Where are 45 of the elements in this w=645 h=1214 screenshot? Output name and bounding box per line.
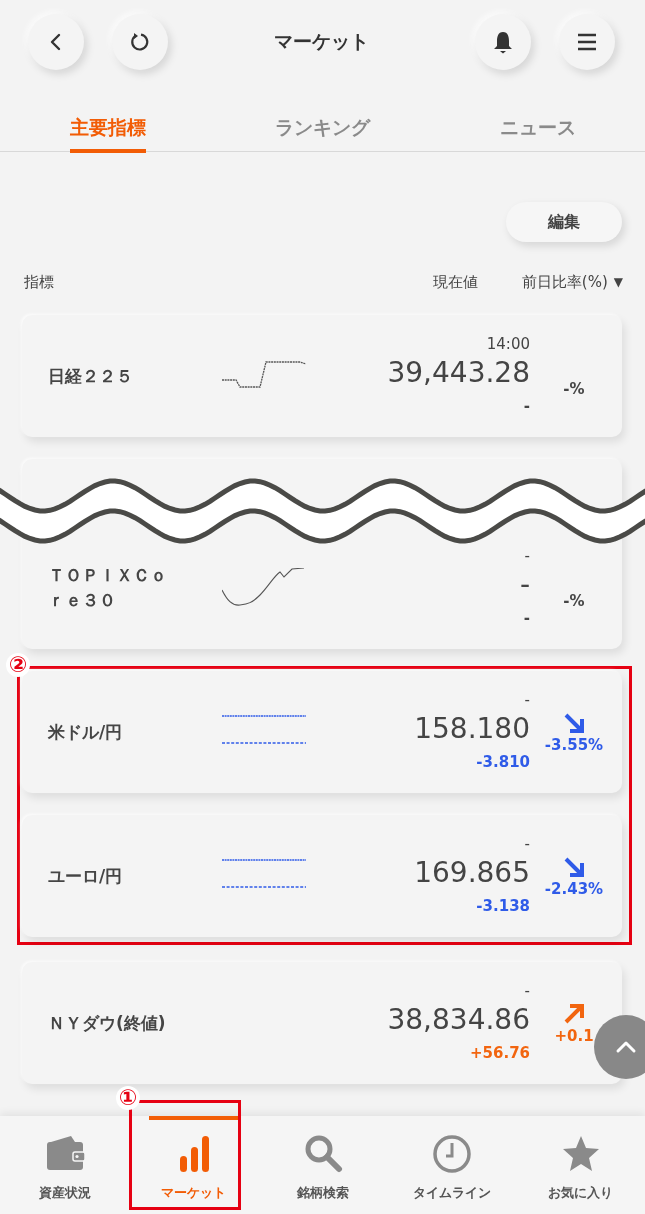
change-value: -3.138 <box>476 896 530 917</box>
current-value: 169.865 <box>414 855 530 891</box>
sort-dropdown[interactable]: 前日比率(%) ▼ <box>521 272 623 292</box>
refresh-icon <box>129 31 151 53</box>
change-percent: +0.1 <box>554 1027 594 1045</box>
index-name: 米ドル/円 <box>48 720 124 744</box>
index-name: ＴＯＰＩＸＣｏｒｅ３０ <box>48 564 168 612</box>
change-percent: -% <box>563 380 585 398</box>
page-title: マーケット <box>273 29 370 54</box>
update-time: - <box>524 835 530 855</box>
index-name: 日経２２５ <box>48 364 134 388</box>
current-value: - <box>519 567 530 603</box>
nav-tab[interactable]: 銘柄検索 <box>258 1116 387 1214</box>
index-name: ユーロ/円 <box>48 864 124 888</box>
index-card[interactable]: ユーロ/円 - 169.865 -3.138 -2.43% <box>22 815 622 937</box>
nav-tab[interactable]: 資産状況 <box>0 1116 129 1214</box>
index-card[interactable]: 日経２２５ 14:00 39,443.28 - -% <box>22 315 622 437</box>
change-percent: -2.43% <box>544 880 604 898</box>
callout-number: ① <box>116 1086 140 1110</box>
column-header: 指標 <box>24 272 55 292</box>
current-value: 39,443.28 <box>387 355 530 391</box>
update-time: - <box>524 547 530 567</box>
change-value: +56.76 <box>470 1043 530 1064</box>
index-card[interactable]: 米ドル/円 - 158.180 -3.810 -3.55% <box>22 671 622 793</box>
column-header: 現在値 <box>432 272 478 292</box>
index-name: ＮＹダウ(終値) <box>48 1011 167 1035</box>
update-time: - <box>524 982 530 1002</box>
update-time: 14:00 <box>486 335 530 355</box>
change-value: -3.810 <box>476 752 530 773</box>
index-card[interactable]: ＮＹダウ(終値) - 38,834.86 +56.76 +0.1 <box>22 962 622 1084</box>
nav-tab[interactable]: お気に入り <box>516 1116 645 1214</box>
callout-number: ② <box>6 653 30 677</box>
clock-icon <box>431 1134 472 1174</box>
bell-icon <box>492 30 514 54</box>
menu-icon <box>576 32 598 52</box>
chevron-up-icon <box>615 1040 637 1054</box>
nav-tab[interactable]: タイムライン <box>387 1116 516 1214</box>
edit-button[interactable]: 編集 <box>506 202 622 242</box>
change-value: - <box>523 396 530 417</box>
change-percent: -% <box>563 592 585 610</box>
update-time: - <box>524 691 530 711</box>
current-value: 158.180 <box>414 711 530 747</box>
change-value: - <box>523 608 530 629</box>
current-value: 38,834.86 <box>387 1002 530 1038</box>
change-percent: -3.55% <box>544 736 604 754</box>
